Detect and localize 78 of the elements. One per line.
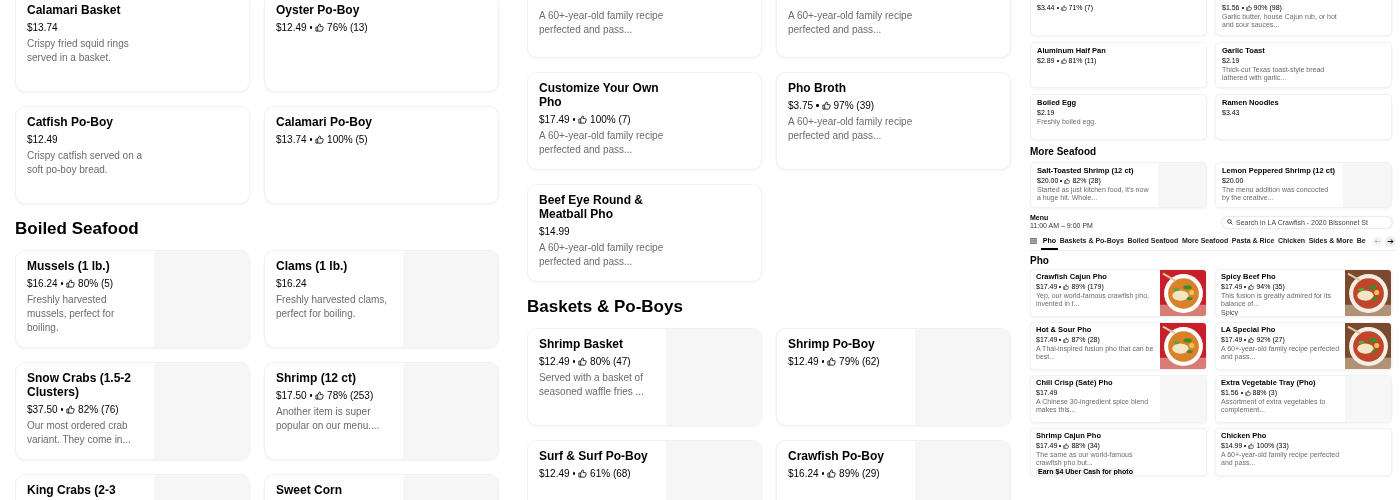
section-heading: More Seafood bbox=[1030, 146, 1097, 157]
item-title: Clams (1 lb.) bbox=[276, 259, 348, 273]
item-price: $14.99 bbox=[539, 226, 570, 237]
menu-card[interactable]: Snow Crabs (1.5-2 Clusters) $37.50 82% (76) Our most ordered crab variant. They come in... bbox=[15, 362, 250, 460]
item-title: Mussels (1 lb.) bbox=[27, 259, 110, 273]
item-price: $16.24 bbox=[788, 468, 819, 479]
item-title: Calamari Po-Boy bbox=[276, 115, 373, 129]
item-price: $12.49 bbox=[539, 356, 570, 367]
menu-card[interactable]: Mussels (1 lb.) $16.24 80% (5) Freshly harvested mussels, perfect for boiling. bbox=[15, 250, 250, 348]
item-rating: 80% (47) bbox=[590, 356, 631, 367]
item-price: $16.24 bbox=[276, 278, 307, 289]
item-title: Shrimp Basket bbox=[539, 337, 624, 351]
item-rating: 82% (76) bbox=[78, 404, 119, 415]
section-heading: Baskets & Po-Boys bbox=[527, 297, 683, 316]
item-rating: 76% (13) bbox=[327, 22, 368, 33]
item-description: Served with a basket of seasoned waffle fries ... bbox=[539, 371, 645, 399]
item-title: Beef Eye Round & Meatball Pho bbox=[539, 193, 644, 221]
item-title: Snow Crabs (1.5-2 Clusters) bbox=[27, 371, 133, 399]
item-price: $3.75 bbox=[788, 100, 814, 111]
item-rating: 61% (68) bbox=[590, 468, 631, 479]
item-description: Crispy fried squid rings served in a basket. bbox=[27, 37, 130, 65]
item-description: Crispy catfish served on a soft po-boy bread. bbox=[27, 149, 144, 177]
item-rating: 79% (62) bbox=[839, 356, 880, 367]
item-description: Freshly harvested clams, perfect for boiling. bbox=[276, 293, 389, 321]
item-price: $13.74 bbox=[27, 22, 58, 33]
item-description: Our most ordered crab variant. They come in... bbox=[27, 419, 132, 447]
item-title: Shrimp (12 ct) bbox=[276, 371, 356, 385]
menu-card[interactable]: Sweet Corn bbox=[264, 474, 499, 500]
menu-card[interactable]: Crawfish Po-Boy $16.24 89% (29) bbox=[776, 440, 1011, 500]
item-title: Pho Broth bbox=[788, 81, 846, 95]
item-price: $12.49 bbox=[27, 134, 58, 145]
item-price: $12.49 bbox=[788, 356, 819, 367]
item-description: Another item is super popular on our menu.... bbox=[276, 405, 381, 433]
item-price: $12.49 bbox=[276, 22, 307, 33]
menu-card[interactable]: King Crabs (2-3 bbox=[15, 474, 250, 500]
menu-card[interactable]: Beef Eye Round & Meatball Pho $14.99 A 60+-year-old family recipe perfected and pass... bbox=[527, 184, 762, 282]
item-price: $16.24 bbox=[27, 278, 58, 289]
item-description: A 60+-year-old family recipe perfected and pass... bbox=[539, 9, 664, 37]
menu-card[interactable]: Customize Your Own Pho $17.49 100% (7) A 60+-year-old family recipe perfected and pass... bbox=[527, 72, 762, 170]
item-description: A 60+-year-old family recipe perfected and pass... bbox=[539, 129, 664, 157]
item-price: $37.50 bbox=[27, 404, 58, 415]
menu-card[interactable]: Pho Broth $3.75 97% (39) A 60+-year-old family recipe perfected and pass... bbox=[776, 72, 1011, 170]
item-rating: 89% (29) bbox=[839, 468, 880, 479]
item-description: Freshly harvested mussels, perfect for boiling. bbox=[27, 293, 116, 335]
menu-card[interactable]: Surf & Surf Po-Boy $12.49 61% (68) bbox=[527, 440, 762, 500]
item-price: $13.74 bbox=[276, 134, 307, 145]
item-rating: 100% (7) bbox=[590, 114, 631, 125]
section-heading: Boiled Seafood bbox=[15, 219, 139, 238]
item-title: Surf & Surf Po-Boy bbox=[539, 449, 648, 463]
item-description: A 60+-year-old family recipe perfected and pass... bbox=[788, 115, 913, 143]
item-title: Calamari Basket bbox=[27, 3, 121, 17]
item-rating: 80% (5) bbox=[78, 278, 114, 289]
item-title: Oyster Po-Boy bbox=[276, 3, 360, 17]
item-title: Sweet Corn bbox=[276, 483, 342, 497]
menu-card[interactable]: Shrimp Basket $12.49 80% (47) Served with a basket of seasoned waffle fries ... bbox=[527, 328, 762, 426]
menu-card[interactable]: Shrimp Po-Boy $12.49 79% (62) bbox=[776, 328, 1011, 426]
menu-card[interactable]: Catfish Po-Boy $12.49 Crispy catfish served on a soft po-boy bread. bbox=[15, 106, 250, 204]
item-title: King Crabs (2-3 bbox=[27, 483, 116, 497]
item-title: Crawfish Po-Boy bbox=[788, 449, 884, 463]
menu-card[interactable]: Oyster Po-Boy $12.49 76% (13) bbox=[264, 0, 499, 92]
item-rating: 78% (253) bbox=[327, 390, 374, 401]
menu-card[interactable]: Shrimp (12 ct) $17.50 78% (253) Another item is super popular on our menu.... bbox=[264, 362, 499, 460]
menu-card[interactable]: A 60+-year-old family recipe perfected and pass... bbox=[776, 0, 1011, 58]
item-title: Customize Your Own Pho bbox=[539, 81, 660, 109]
item-title: Catfish Po-Boy bbox=[27, 115, 113, 129]
item-price: $17.49 bbox=[539, 114, 570, 125]
section-heading: Pho bbox=[1030, 254, 1049, 266]
item-price: $17.50 bbox=[276, 390, 307, 401]
menu-card[interactable]: A 60+-year-old family recipe perfected and pass... bbox=[527, 0, 762, 58]
item-description: A 60+-year-old family recipe perfected and pass... bbox=[788, 9, 913, 37]
item-title: Shrimp Po-Boy bbox=[788, 337, 875, 351]
menu-card[interactable]: Calamari Basket $13.74 Crispy fried squid rings served in a basket. bbox=[15, 0, 250, 92]
item-description: A 60+-year-old family recipe perfected and pass... bbox=[539, 241, 664, 269]
menu-card[interactable]: Calamari Po-Boy $13.74 100% (5) bbox=[264, 106, 499, 204]
item-price: $12.49 bbox=[539, 468, 570, 479]
item-rating: 97% (39) bbox=[833, 100, 875, 111]
menu-card[interactable]: Clams (1 lb.) $16.24 Freshly harvested clams, perfect for boiling. bbox=[264, 250, 499, 348]
item-rating: 100% (5) bbox=[327, 134, 368, 145]
